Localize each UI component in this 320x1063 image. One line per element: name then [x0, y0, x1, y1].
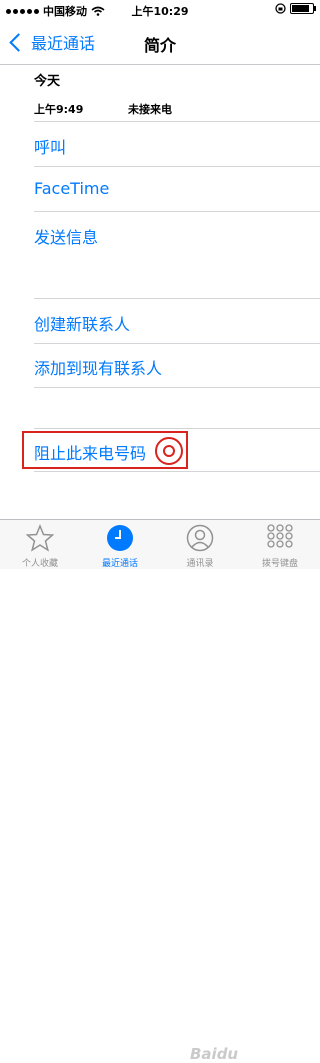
tab-recents[interactable]: 最近通话 — [80, 520, 160, 569]
tab-contacts[interactable]: 通讯录 — [160, 520, 240, 569]
page-title: 简介 — [143, 36, 176, 55]
annotation-target-icon — [155, 437, 183, 465]
tab-label: 个人收藏 — [21, 559, 58, 569]
clock-icon — [107, 525, 133, 551]
star-icon — [26, 524, 54, 552]
call-button[interactable]: 呼叫 — [34, 134, 66, 158]
tab-label: 最近通话 — [101, 559, 138, 569]
tab-label: 拨号键盘 — [261, 559, 298, 569]
divider — [34, 211, 320, 212]
call-info: 今天 上午9:49 未接来电 — [34, 70, 320, 117]
contacts-icon — [186, 524, 214, 552]
battery-icon — [290, 3, 316, 14]
add-to-existing-contact-button[interactable]: 添加到现有联系人 — [34, 355, 162, 379]
create-contact-button[interactable]: 创建新联系人 — [34, 311, 130, 335]
call-record: 上午9:49 未接来电 — [34, 101, 320, 117]
tab-keypad[interactable]: 拨号键盘 — [240, 520, 320, 569]
facetime-button[interactable]: FaceTime — [34, 179, 109, 198]
tab-bar: 个人收藏 最近通话 通讯录 拨号键盘 Baidu — [0, 519, 320, 1063]
divider — [34, 166, 320, 167]
tab-favorites[interactable]: 个人收藏 — [0, 520, 80, 569]
tab-label: 通讯录 — [186, 559, 214, 569]
nav-bar: 最近通话 简介 — [0, 20, 320, 65]
watermark: Baidu — [190, 1045, 239, 1063]
send-message-button[interactable]: 发送信息 — [34, 224, 98, 248]
status-bar: 中国移动 上午10:29 — [0, 0, 320, 20]
divider — [34, 298, 320, 299]
divider — [34, 343, 320, 344]
call-time: 上午9:49 — [34, 103, 84, 116]
divider — [34, 471, 320, 472]
divider — [34, 387, 320, 388]
divider — [34, 428, 320, 429]
status-right — [275, 3, 316, 14]
keypad-icon — [267, 524, 293, 548]
rotation-lock-icon — [275, 3, 286, 14]
call-day: 今天 — [34, 74, 61, 89]
call-type: 未接来电 — [128, 103, 172, 116]
status-time: 上午10:29 — [131, 5, 189, 18]
divider — [34, 121, 320, 122]
